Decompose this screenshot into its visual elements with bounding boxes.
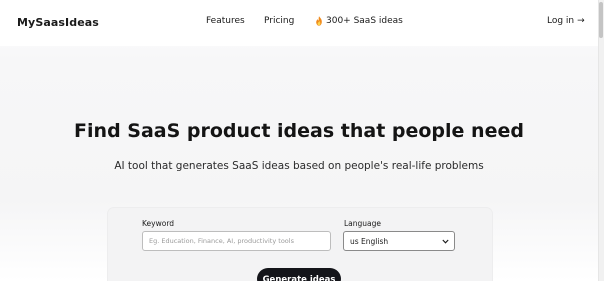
site-logo[interactable]: MySaasIdeas xyxy=(17,16,99,29)
scrollbar-thumb[interactable] xyxy=(599,2,603,38)
top-navbar: MySaasIdeas Features Pricing 300+ SaaS i… xyxy=(0,0,598,46)
chevron-down-icon xyxy=(442,239,449,244)
keyword-input[interactable] xyxy=(142,231,331,251)
nav-link-saas-ideas-label: 300+ SaaS ideas xyxy=(326,16,403,26)
hero-title: Find SaaS product ideas that people need xyxy=(74,120,524,142)
hero-subtitle: AI tool that generates SaaS ideas based … xyxy=(114,160,484,172)
login-label: Log in xyxy=(547,16,575,26)
language-label: Language xyxy=(344,219,382,228)
generate-ideas-button[interactable]: Generate ideas xyxy=(257,268,341,281)
language-selected-value: us English xyxy=(350,236,389,246)
nav-link-features[interactable]: Features xyxy=(206,16,245,26)
fire-icon xyxy=(316,16,322,26)
page-scrollbar[interactable] xyxy=(598,0,604,281)
arrow-right-icon: → xyxy=(577,15,585,26)
login-link[interactable]: Log in → xyxy=(547,16,585,26)
keyword-label: Keyword xyxy=(142,219,175,228)
nav-link-pricing[interactable]: Pricing xyxy=(264,16,294,26)
language-select[interactable]: us English xyxy=(343,231,455,251)
nav-link-saas-ideas[interactable]: 300+ SaaS ideas xyxy=(315,16,403,26)
